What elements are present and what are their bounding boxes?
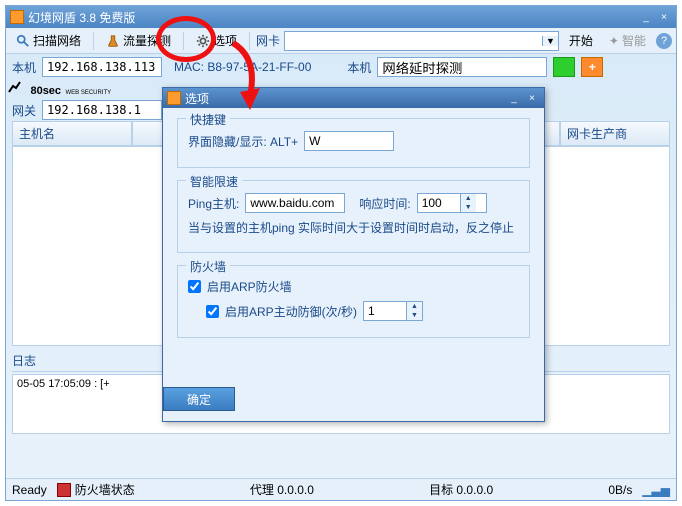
defense-rate-input[interactable]: [364, 302, 406, 320]
status-proxy: 代理 0.0.0.0: [250, 481, 314, 498]
spin-up-icon[interactable]: ▲: [407, 302, 422, 311]
add-button[interactable]: +: [581, 57, 603, 77]
scan-label: 扫描网络: [33, 32, 81, 49]
start-button[interactable]: 开始: [563, 30, 599, 51]
netcard-combo[interactable]: ▼: [284, 31, 559, 51]
host-row: 本机 MAC: B8-97-5A-21-FF-00 本机 +: [6, 54, 676, 80]
scan-network-button[interactable]: 扫描网络: [10, 30, 87, 51]
ok-button[interactable]: 确定: [163, 387, 235, 411]
toolbar: 扫描网络 流量探测 选项 网卡 ▼ 开始 ✦ 智能 ?: [6, 28, 676, 54]
resp-time-input[interactable]: [418, 194, 460, 212]
netcard-input[interactable]: [285, 32, 542, 50]
close-button[interactable]: ×: [656, 10, 672, 24]
firewall-legend: 防火墙: [186, 258, 230, 275]
gateway-ip-input[interactable]: [42, 100, 162, 120]
options-dialog: 选项 _ × 快捷键 界面隐藏/显示: ALT+ 智能限速 Ping主机: 响应…: [162, 87, 545, 422]
resp-time-spinner[interactable]: ▲▼: [417, 193, 487, 213]
dialog-close-button[interactable]: ×: [524, 91, 540, 105]
enable-arp-label: 启用ARP防火墙: [207, 278, 292, 295]
wand-icon: ✦: [609, 34, 619, 48]
statusbar: Ready 防火墙状态 代理 0.0.0.0 目标 0.0.0.0 0B/s ▁…: [6, 478, 676, 500]
dialog-minimize-button[interactable]: _: [506, 91, 522, 105]
gateway-label: 网关: [12, 102, 36, 119]
go-button[interactable]: [553, 57, 575, 77]
titlebar: 幻境网盾 3.8 免费版 _ ×: [6, 6, 676, 28]
traffic-label: 流量探测: [123, 32, 171, 49]
col-vendor[interactable]: 网卡生产商: [560, 121, 670, 146]
help-icon[interactable]: ?: [656, 33, 672, 49]
window-title: 幻境网盾 3.8 免费版: [28, 9, 135, 26]
ping-host-label: Ping主机:: [188, 195, 239, 212]
minimize-button[interactable]: _: [638, 10, 654, 24]
smart-button[interactable]: ✦ 智能: [603, 30, 652, 51]
options-label: 选项: [213, 32, 237, 49]
resp-time-label: 响应时间:: [359, 195, 410, 212]
enable-defense-label: 启用ARP主动防御(次/秒): [225, 303, 357, 320]
firewall-group: 防火墙 启用ARP防火墙 启用ARP主动防御(次/秒) ▲▼: [177, 265, 530, 338]
enable-arp-checkbox[interactable]: [188, 280, 201, 293]
dropdown-icon[interactable]: ▼: [542, 36, 558, 46]
defense-rate-spinner[interactable]: ▲▼: [363, 301, 423, 321]
smart-desc: 当与设置的主机ping 实际时间大于设置时间时启动，反之停止: [188, 219, 514, 236]
hotkey-input[interactable]: [304, 131, 394, 151]
app-icon: [10, 10, 24, 24]
search-icon: [16, 34, 30, 48]
chart-icon[interactable]: ▁▃▅: [642, 483, 670, 497]
spin-down-icon[interactable]: ▼: [407, 311, 422, 320]
spin-up-icon[interactable]: ▲: [461, 194, 476, 203]
host-ip-input[interactable]: [42, 57, 162, 77]
status-rate: 0B/s: [608, 483, 632, 497]
dialog-app-icon: [167, 91, 181, 105]
gear-icon: [196, 34, 210, 48]
dialog-title: 选项: [185, 90, 209, 107]
runner-icon: [6, 80, 26, 94]
status-ready: Ready: [12, 483, 47, 497]
hotkey-legend: 快捷键: [186, 111, 230, 128]
host-label: 本机: [12, 59, 36, 76]
host2-label: 本机: [347, 59, 371, 76]
flask-icon: [106, 34, 120, 48]
enable-defense-checkbox[interactable]: [206, 305, 219, 318]
log-line: 05-05 17:05:09 : [+: [17, 378, 110, 390]
hotkey-label: 界面隐藏/显示: ALT+: [188, 133, 298, 150]
dialog-titlebar: 选项 _ ×: [163, 88, 544, 108]
firewall-icon: [57, 483, 71, 497]
traffic-probe-button[interactable]: 流量探测: [100, 30, 177, 51]
mac-label: MAC: B8-97-5A-21-FF-00: [174, 60, 311, 74]
hotkey-group: 快捷键 界面隐藏/显示: ALT+: [177, 118, 530, 168]
status-target: 目标 0.0.0.0: [429, 481, 493, 498]
netcard-label: 网卡: [256, 32, 280, 49]
col-hostname[interactable]: 主机名: [12, 121, 132, 146]
options-button[interactable]: 选项: [190, 30, 243, 51]
spin-down-icon[interactable]: ▼: [461, 203, 476, 212]
probe-field[interactable]: [377, 57, 547, 77]
smart-legend: 智能限速: [186, 173, 242, 190]
status-firewall: 防火墙状态: [75, 481, 135, 498]
ping-host-input[interactable]: [245, 193, 345, 213]
smart-limit-group: 智能限速 Ping主机: 响应时间: ▲▼ 当与设置的主机ping 实际时间大于…: [177, 180, 530, 253]
